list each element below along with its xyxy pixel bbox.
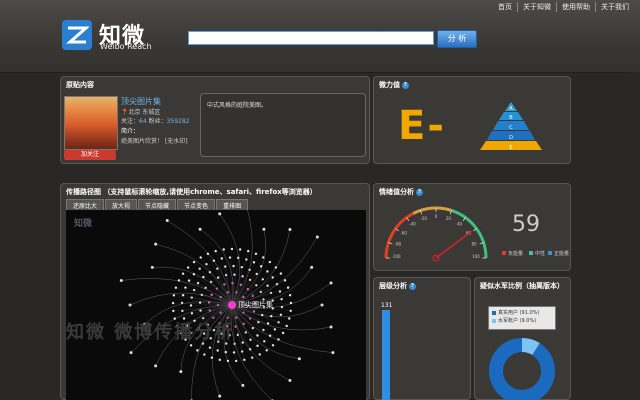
pyramid-level-a: A	[509, 106, 513, 112]
nav-about-us[interactable]: 关于我们	[595, 2, 634, 12]
nav-about-zhiwei[interactable]: 关于知微	[517, 2, 556, 12]
legend-neutral: 中性	[529, 250, 545, 257]
help-icon[interactable]: ?	[416, 188, 423, 196]
emotion-gauge: -100-80-60-40-20020406080100	[384, 206, 488, 262]
graph-watermark: 知微 微博传播分析	[66, 322, 235, 343]
level-count: 131	[381, 302, 393, 309]
top-nav: 首页 关于知微 使用帮助 关于我们	[493, 2, 634, 12]
panel-title: 传播路径图 （支持鼠标滚轮缩放,请使用chrome、safari、firefox…	[66, 188, 317, 196]
pyramid-level-d: D	[509, 135, 513, 141]
graph-canvas[interactable]	[66, 210, 366, 400]
legend-positive: 正能量	[548, 250, 569, 257]
fans-count[interactable]: 359282	[167, 118, 190, 125]
panel-title: 情绪值分析	[379, 188, 414, 196]
gauge-tick-label: -80	[395, 242, 402, 247]
post-content: 中式风格的庭院美图。	[200, 93, 366, 157]
avatar[interactable]	[64, 96, 118, 150]
search-input[interactable]	[188, 31, 434, 45]
gauge-tick-label: 20	[446, 216, 452, 221]
panel-title: 原贴内容	[66, 81, 94, 89]
top-bar: 首页 关于知微 使用帮助 关于我们 知微 Weibo Reach 分 析	[0, 0, 640, 73]
analyze-button[interactable]: 分 析	[437, 30, 477, 48]
level-bar	[382, 310, 390, 400]
gauge-tick-label: 40	[457, 222, 463, 227]
nav-home[interactable]: 首页	[493, 2, 517, 12]
graph-logo: 知微	[74, 219, 93, 229]
pyramid-level-b: B	[509, 115, 513, 121]
gauge-needle	[435, 230, 472, 259]
gauge-tick-label: -40	[409, 222, 416, 227]
panel-title: 层级分析	[379, 282, 407, 290]
gauge-tick-label: 0	[435, 214, 438, 219]
fans-donut-chart	[489, 338, 555, 400]
follow-count[interactable]: 64	[139, 118, 147, 125]
pyramid-level-e: E	[509, 145, 512, 151]
nav-help[interactable]: 使用帮助	[556, 2, 595, 12]
donut-fake-slice	[521, 338, 540, 356]
donut-real-slice	[489, 338, 555, 400]
help-icon[interactable]: ?	[409, 282, 416, 290]
emotion-score: 59	[512, 212, 540, 237]
gauge-tick-label: -100	[391, 254, 401, 259]
legend-real-users: 真实用户 (91.0%)	[492, 309, 552, 317]
profile-name[interactable]: 顶尖图片集	[121, 96, 161, 107]
intro-label: 简介：	[121, 128, 140, 135]
gauge-tick-label: 80	[471, 242, 477, 247]
follow-button[interactable]: 加关注	[64, 150, 116, 160]
panel-title: 疑似水军比例（抽离版本）	[480, 282, 564, 290]
scrollbar[interactable]	[631, 72, 640, 400]
center-node-label: 顶尖图片集	[238, 301, 273, 309]
profile-intro: 绝美图片欣赏！ [无水印]	[121, 138, 188, 145]
fans-legend: 真实用户 (91.0%) 水军账户 (9.0%)	[488, 306, 556, 330]
help-icon[interactable]: ?	[402, 81, 409, 89]
brand-subtitle: Weibo Reach	[100, 42, 152, 51]
legend-fake-users: 水军账户 (9.0%)	[492, 317, 552, 325]
panel-title: 微力值	[379, 81, 400, 89]
propagation-graph[interactable]: 知微 顶尖图片集	[66, 210, 366, 400]
pyramid-level-c: C	[509, 125, 513, 131]
influence-grade: E-	[398, 103, 446, 149]
zhiwei-logo-icon	[62, 20, 92, 50]
influence-pyramid: A B C D E	[480, 102, 542, 151]
gauge-tick-label: 100	[472, 254, 480, 259]
legend-negative: 负能量	[502, 250, 523, 257]
gauge-tick-label: -60	[400, 230, 407, 235]
profile-location: 📍北京 东城区	[121, 109, 161, 116]
gauge-tick-label: -20	[420, 216, 427, 221]
profile-stats: 关注：64 粉丝：359282	[121, 118, 190, 125]
